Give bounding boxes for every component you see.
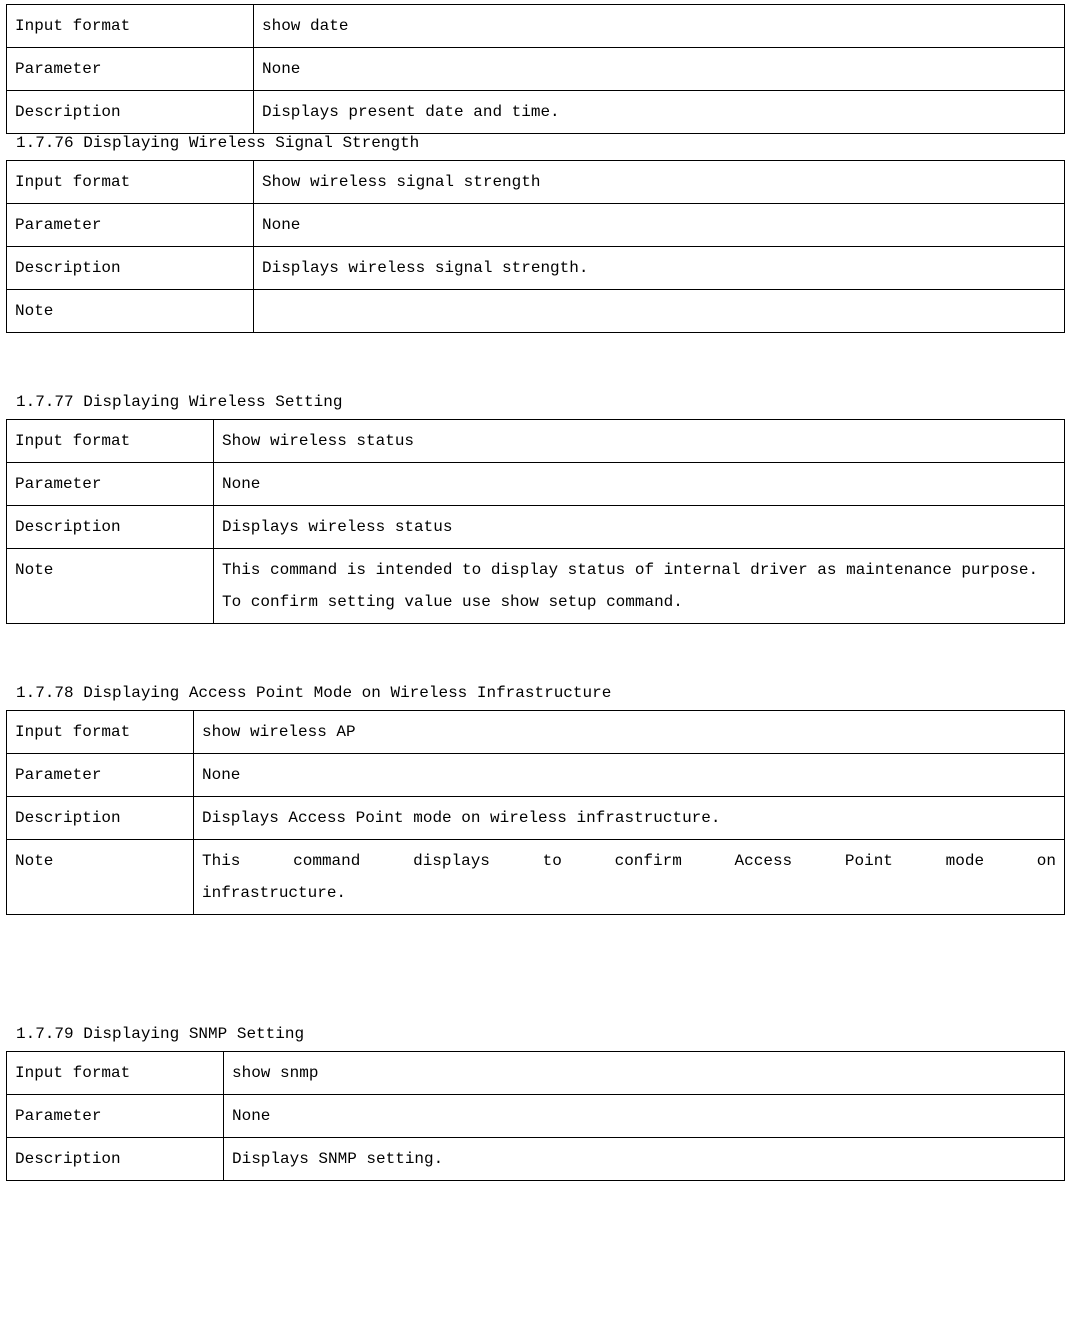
row-label: Input format [7, 5, 254, 48]
table-row: Description Displays wireless status [7, 506, 1065, 549]
section-1-7-77: 1.7.77 Displaying Wireless Setting Input… [6, 393, 1065, 624]
section-1-7-79: 1.7.79 Displaying SNMP Setting Input for… [6, 1025, 1065, 1181]
row-value: Show wireless status [214, 420, 1065, 463]
table-row: Note This command is intended to display… [7, 549, 1065, 624]
row-label: Description [7, 506, 214, 549]
row-label: Input format [7, 161, 254, 204]
row-label: Input format [7, 420, 214, 463]
row-label: Parameter [7, 204, 254, 247]
table-row: Input format Show wireless status [7, 420, 1065, 463]
section-1-7-76: 1.7.76 Displaying Wireless Signal Streng… [6, 134, 1065, 333]
row-value: Displays wireless status [214, 506, 1065, 549]
table-row: Note This command displays to confirm Ac… [7, 840, 1065, 915]
table-row: Parameter None [7, 754, 1065, 797]
row-value: None [224, 1095, 1065, 1138]
table-row: Description Displays wireless signal str… [7, 247, 1065, 290]
row-value: Displays present date and time. [254, 91, 1065, 134]
row-label: Parameter [7, 754, 194, 797]
row-value: None [254, 204, 1065, 247]
row-value: show date [254, 5, 1065, 48]
note-line-1: This command displays to confirm Access … [202, 845, 1056, 877]
row-value: This command displays to confirm Access … [194, 840, 1065, 915]
row-label: Parameter [7, 48, 254, 91]
row-label: Input format [7, 711, 194, 754]
command-table: Input format Show wireless status Parame… [6, 419, 1065, 624]
table-row: Parameter None [7, 48, 1065, 91]
section-heading: 1.7.78 Displaying Access Point Mode on W… [16, 684, 1065, 702]
row-value: show snmp [224, 1052, 1065, 1095]
row-label: Note [7, 549, 214, 624]
table-row: Parameter None [7, 463, 1065, 506]
table-row: Parameter None [7, 1095, 1065, 1138]
table-row: Note [7, 290, 1065, 333]
row-value: Displays wireless signal strength. [254, 247, 1065, 290]
note-line-2: infrastructure. [202, 877, 1056, 909]
row-label: Description [7, 1138, 224, 1181]
row-value: Displays Access Point mode on wireless i… [194, 797, 1065, 840]
section-heading: 1.7.76 Displaying Wireless Signal Streng… [16, 134, 1065, 152]
row-value: None [194, 754, 1065, 797]
section-1-7-78: 1.7.78 Displaying Access Point Mode on W… [6, 684, 1065, 915]
row-value: None [254, 48, 1065, 91]
section-heading: 1.7.79 Displaying SNMP Setting [16, 1025, 1065, 1043]
row-value: None [214, 463, 1065, 506]
row-label: Parameter [7, 1095, 224, 1138]
table-row: Parameter None [7, 204, 1065, 247]
table-row: Input format show date [7, 5, 1065, 48]
row-label: Description [7, 91, 254, 134]
row-label: Parameter [7, 463, 214, 506]
table-row: Input format show wireless AP [7, 711, 1065, 754]
command-table: Input format show wireless AP Parameter … [6, 710, 1065, 915]
row-value: Show wireless signal strength [254, 161, 1065, 204]
row-value: Displays SNMP setting. [224, 1138, 1065, 1181]
row-label: Description [7, 247, 254, 290]
row-label: Input format [7, 1052, 224, 1095]
table-row: Input format show snmp [7, 1052, 1065, 1095]
row-value: This command is intended to display stat… [214, 549, 1065, 624]
command-table: Input format Show wireless signal streng… [6, 160, 1065, 333]
row-value [254, 290, 1065, 333]
row-label: Description [7, 797, 194, 840]
section-heading: 1.7.77 Displaying Wireless Setting [16, 393, 1065, 411]
table-row: Description Displays SNMP setting. [7, 1138, 1065, 1181]
command-table: Input format show snmp Parameter None De… [6, 1051, 1065, 1181]
table-row: Description Displays Access Point mode o… [7, 797, 1065, 840]
table-row: Description Displays present date and ti… [7, 91, 1065, 134]
row-label: Note [7, 290, 254, 333]
table-row: Input format Show wireless signal streng… [7, 161, 1065, 204]
command-table-top: Input format show date Parameter None De… [6, 4, 1065, 134]
row-value: show wireless AP [194, 711, 1065, 754]
row-label: Note [7, 840, 194, 915]
